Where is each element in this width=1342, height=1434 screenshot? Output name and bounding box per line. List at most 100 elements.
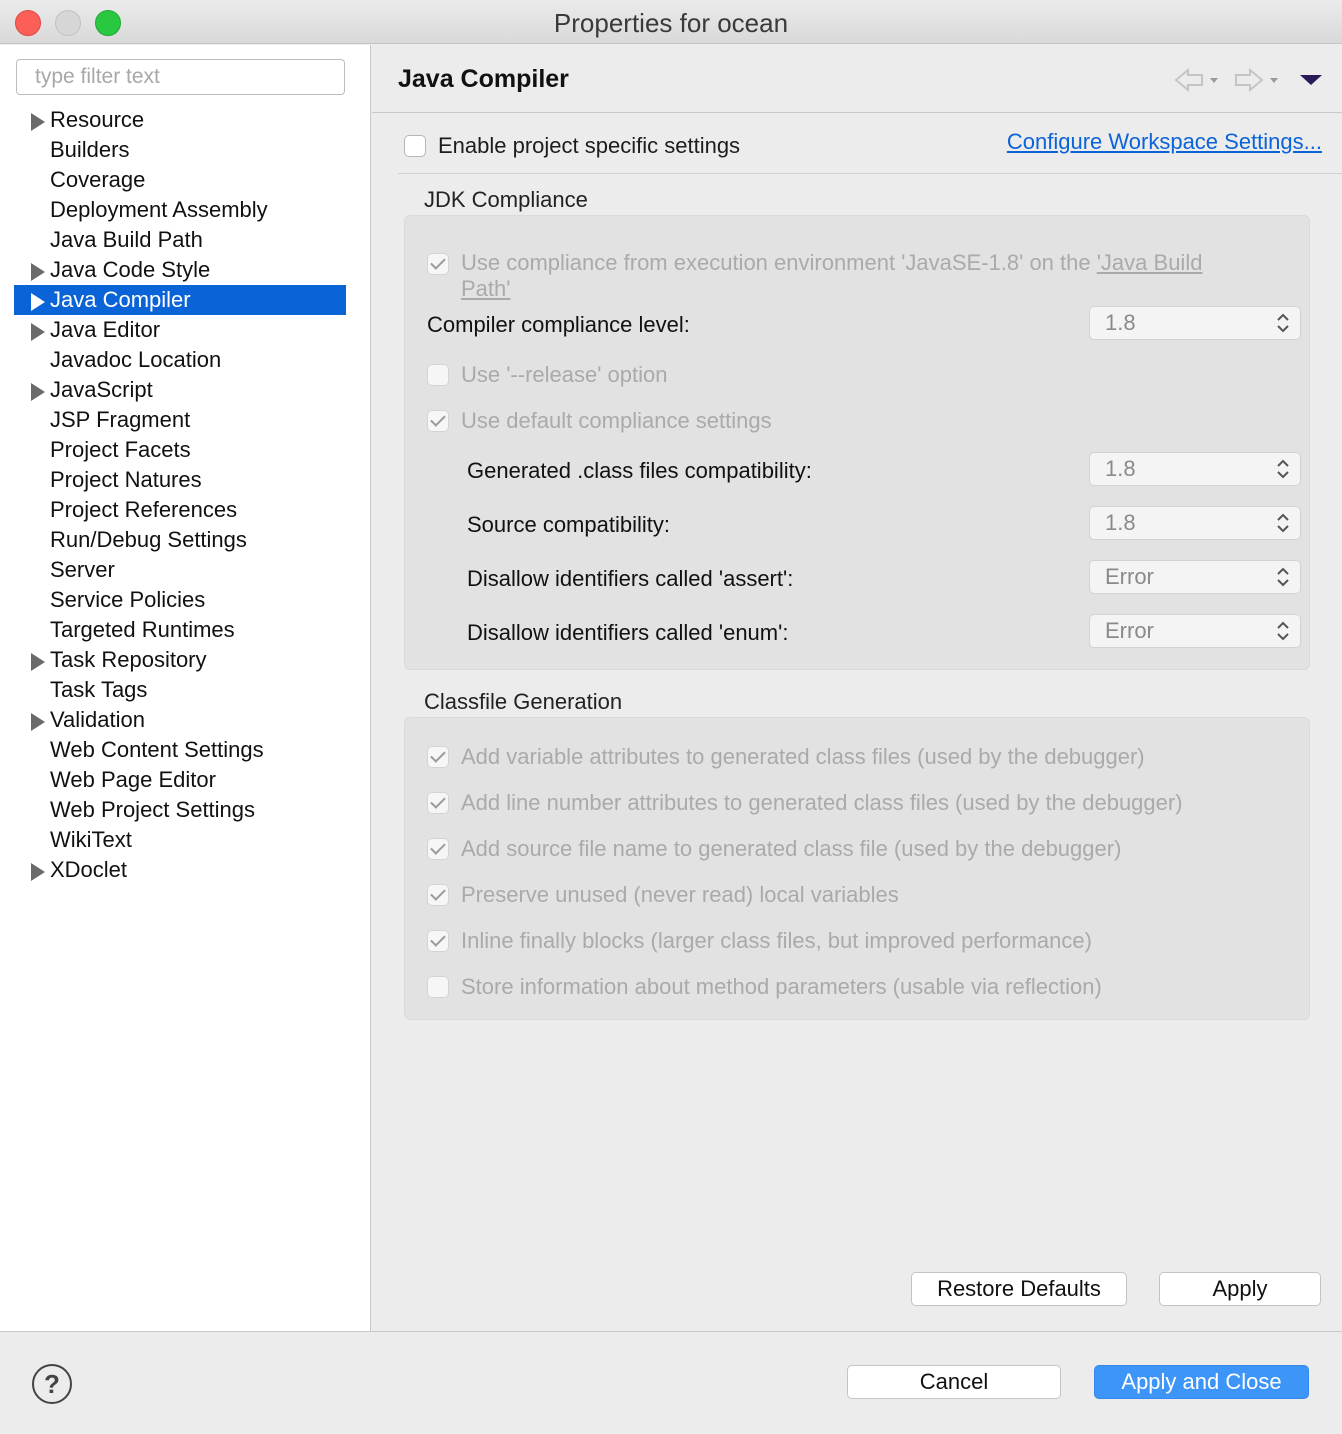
tree-item[interactable]: Coverage: [14, 165, 346, 195]
tree-item[interactable]: Java Build Path: [14, 225, 346, 255]
expand-arrow-icon[interactable]: [31, 863, 45, 881]
tree-item[interactable]: Project Facets: [14, 435, 346, 465]
select-updown-icon: [1277, 313, 1289, 333]
use-default-compliance-checkbox[interactable]: Use default compliance settings: [427, 408, 772, 434]
classfile-option-checkbox[interactable]: Add variable attributes to generated cla…: [427, 744, 1145, 770]
disallow-enum-select[interactable]: Error: [1089, 614, 1301, 648]
tree-item[interactable]: Run/Debug Settings: [14, 525, 346, 555]
help-icon[interactable]: ?: [32, 1364, 72, 1404]
view-menu-icon[interactable]: [1296, 65, 1326, 95]
classfile-option-box[interactable]: [427, 746, 449, 768]
classfile-option-box[interactable]: [427, 838, 449, 860]
use-compliance-from-ee-box[interactable]: [427, 253, 449, 275]
classfile-option-checkbox[interactable]: Store information about method parameter…: [427, 974, 1102, 1000]
classfile-option-checkbox[interactable]: Add line number attributes to generated …: [427, 790, 1183, 816]
source-compat-select[interactable]: 1.8: [1089, 506, 1301, 540]
property-tree-panel: Resource Builders Coverage Deployment Assem…: [0, 45, 371, 1331]
tree-item-label: Java Build Path: [50, 227, 203, 252]
tree-item[interactable]: Builders: [14, 135, 346, 165]
disallow-enum-label: Disallow identifiers called 'enum':: [467, 620, 789, 645]
expand-arrow-icon[interactable]: [31, 293, 45, 311]
disallow-enum-value: Error: [1105, 618, 1154, 643]
tree-item[interactable]: JSP Fragment: [14, 405, 346, 435]
tree-item[interactable]: WikiText: [14, 825, 346, 855]
jdk-compliance-group: Use compliance from execution environmen…: [404, 215, 1310, 670]
tree-item[interactable]: Java Code Style: [14, 255, 346, 285]
title-separator: [372, 112, 1342, 113]
tree-item[interactable]: Project References: [14, 495, 346, 525]
tree-item[interactable]: Web Project Settings: [14, 795, 346, 825]
use-default-compliance-box[interactable]: [427, 410, 449, 432]
tree-item[interactable]: Task Repository: [14, 645, 346, 675]
use-release-option-box[interactable]: [427, 364, 449, 386]
classfile-option-label: Add source file name to generated class …: [461, 836, 1122, 861]
property-tree: Resource Builders Coverage Deployment Assem…: [14, 105, 346, 885]
java-build-path-link-cont[interactable]: Path': [461, 276, 510, 301]
filter-input[interactable]: [16, 59, 345, 95]
classfile-option-label: Store information about method parameter…: [461, 974, 1102, 999]
tree-item-label: Java Editor: [50, 317, 161, 342]
tree-item[interactable]: Service Policies: [14, 585, 346, 615]
tree-item-label: Builders: [50, 137, 130, 162]
tree-item[interactable]: JavaScript: [14, 375, 346, 405]
classfile-option-box[interactable]: [427, 930, 449, 952]
tree-item-label: Web Page Editor: [50, 767, 216, 792]
cancel-button[interactable]: Cancel: [847, 1365, 1061, 1399]
tree-item-label: Deployment Assembly: [50, 197, 268, 222]
tree-item[interactable]: XDoclet: [14, 855, 346, 885]
apply-and-close-button[interactable]: Apply and Close: [1094, 1365, 1309, 1399]
expand-arrow-icon[interactable]: [31, 383, 45, 401]
generated-class-compat-label: Generated .class files compatibility:: [467, 458, 812, 483]
disallow-assert-select[interactable]: Error: [1089, 560, 1301, 594]
generated-class-compat-select[interactable]: 1.8: [1089, 452, 1301, 486]
expand-arrow-icon[interactable]: [31, 113, 45, 131]
jdk-compliance-title: JDK Compliance: [424, 187, 588, 212]
tree-item-label: JavaScript: [50, 377, 153, 402]
tree-item[interactable]: Targeted Runtimes: [14, 615, 346, 645]
tree-item[interactable]: Resource: [14, 105, 346, 135]
use-release-option-checkbox[interactable]: Use '--release' option: [427, 362, 668, 388]
classfile-option-checkbox[interactable]: Inline finally blocks (larger class file…: [427, 928, 1092, 954]
select-updown-icon: [1277, 567, 1289, 587]
expand-arrow-icon[interactable]: [31, 713, 45, 731]
tree-item-label: Resource: [50, 107, 145, 132]
tree-item[interactable]: Task Tags: [14, 675, 346, 705]
back-arrow-icon[interactable]: [1172, 65, 1222, 95]
expand-arrow-icon[interactable]: [31, 653, 45, 671]
classfile-option-checkbox[interactable]: Preserve unused (never read) local varia…: [427, 882, 899, 908]
tree-item-label: Project References: [50, 497, 238, 522]
title-bar: Properties for ocean: [0, 0, 1342, 44]
restore-defaults-button[interactable]: Restore Defaults: [911, 1272, 1127, 1306]
tree-item[interactable]: Web Page Editor: [14, 765, 346, 795]
tree-item[interactable]: Javadoc Location: [14, 345, 346, 375]
classfile-option-box[interactable]: [427, 884, 449, 906]
tree-item-label: Java Code Style: [50, 257, 211, 282]
tree-item-label: Task Repository: [50, 647, 207, 672]
classfile-option-box[interactable]: [427, 976, 449, 998]
enable-project-specific-checkbox[interactable]: Enable project specific settings: [404, 131, 740, 161]
tree-item[interactable]: Project Natures: [14, 465, 346, 495]
page-title: Java Compiler: [398, 65, 569, 93]
expand-arrow-icon[interactable]: [31, 263, 45, 281]
compliance-level-select[interactable]: 1.8: [1089, 306, 1301, 340]
tree-item[interactable]: Deployment Assembly: [14, 195, 346, 225]
use-compliance-from-ee-checkbox[interactable]: Use compliance from execution environmen…: [427, 250, 1281, 302]
tree-item[interactable]: Java Compiler: [14, 285, 346, 315]
forward-arrow-icon[interactable]: [1232, 65, 1282, 95]
use-default-compliance-label: Use default compliance settings: [461, 408, 772, 433]
tree-item[interactable]: Validation: [14, 705, 346, 735]
enable-project-specific-box[interactable]: [404, 135, 426, 157]
tree-item-label: Javadoc Location: [50, 347, 222, 372]
tree-item[interactable]: Web Content Settings: [14, 735, 346, 765]
configure-workspace-settings-link[interactable]: Configure Workspace Settings...: [1007, 129, 1322, 155]
compliance-level-value: 1.8: [1105, 310, 1136, 335]
tree-item[interactable]: Server: [14, 555, 346, 585]
expand-arrow-icon[interactable]: [31, 323, 45, 341]
tree-item-label: Service Policies: [50, 587, 206, 612]
apply-button[interactable]: Apply: [1159, 1272, 1321, 1306]
classfile-option-checkbox[interactable]: Add source file name to generated class …: [427, 836, 1121, 862]
disallow-assert-value: Error: [1105, 564, 1154, 589]
java-build-path-link[interactable]: 'Java Build: [1097, 250, 1203, 275]
classfile-option-box[interactable]: [427, 792, 449, 814]
tree-item[interactable]: Java Editor: [14, 315, 346, 345]
